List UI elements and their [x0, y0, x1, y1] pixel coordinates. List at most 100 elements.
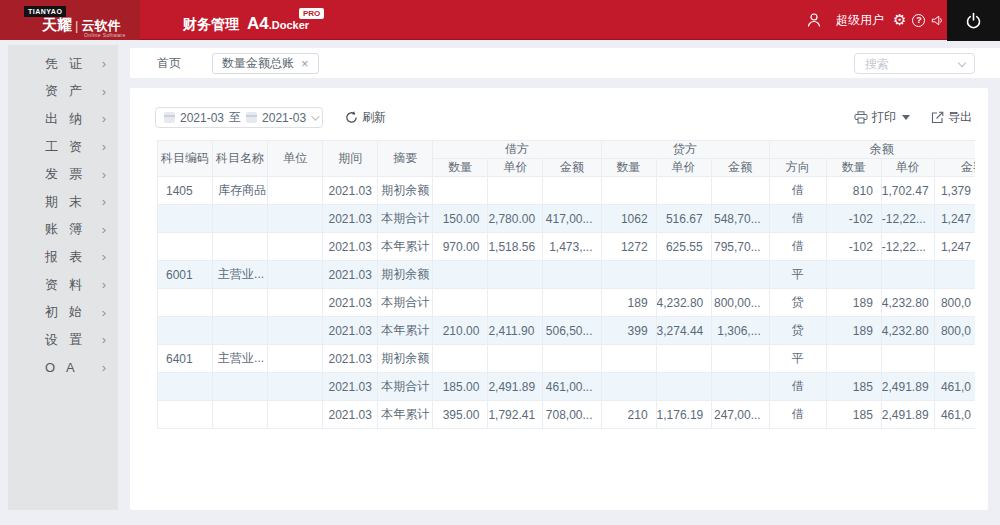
cell: 4,232.80 — [881, 317, 934, 345]
table-row[interactable]: 1405库存商品2021.03期初余额借8101,702.471,379 — [158, 177, 976, 205]
cell: 185.00 — [433, 373, 488, 401]
cell — [656, 177, 711, 205]
sidebar-item-label: 初始 — [45, 303, 93, 321]
username[interactable]: 超级用户 — [836, 12, 884, 29]
cell — [656, 373, 711, 401]
table-row[interactable]: 6001主营业...2021.03期初余额平 — [158, 261, 976, 289]
search-input[interactable] — [854, 53, 975, 74]
tab-title: 数量金额总账 — [222, 55, 294, 72]
table-row[interactable]: 2021.03本期合计150.002,780.00417,00...106251… — [158, 205, 976, 233]
horn-icon[interactable] — [931, 14, 944, 27]
cell — [268, 177, 323, 205]
calendar-icon — [164, 112, 175, 123]
table-row[interactable]: 6401主营业...2021.03期初余额平 — [158, 345, 976, 373]
cell: 399 — [601, 317, 656, 345]
table-container: 科目编码 科目名称 单位 期间 摘要 借方 贷方 余额 数量 单价 金额 数量 … — [157, 140, 975, 435]
sidebar-item-books[interactable]: 账簿› — [8, 216, 118, 244]
sidebar-item-salary[interactable]: 工资› — [8, 133, 118, 161]
sidebar-item-invoice[interactable]: 发票› — [8, 160, 118, 188]
sidebar-item-data[interactable]: 资料› — [8, 271, 118, 299]
cell: 6401 — [158, 345, 213, 373]
cell: 2021.03 — [323, 345, 378, 373]
cell: 2021.03 — [323, 289, 378, 317]
cell — [601, 177, 656, 205]
cell — [213, 317, 268, 345]
cell: 548,70... — [711, 205, 769, 233]
cell: 主营业... — [213, 261, 268, 289]
cell: 本期合计 — [378, 373, 433, 401]
sidebar-item-period-end[interactable]: 期末› — [8, 188, 118, 216]
cell — [213, 289, 268, 317]
table-row[interactable]: 2021.03本年累计970.001,518.561,473,...127262… — [158, 233, 976, 261]
sidebar-item-label: 资料 — [45, 276, 93, 294]
sidebar-item-voucher[interactable]: 凭证› — [8, 50, 118, 78]
col-header-period: 期间 — [323, 141, 378, 177]
cell — [213, 233, 268, 261]
cell: 贷 — [769, 317, 826, 345]
breadcrumb-home[interactable]: 首页 — [157, 48, 181, 78]
sidebar-item-settings[interactable]: 设置› — [8, 326, 118, 354]
calendar-icon — [246, 112, 257, 123]
cell: 3,274.44 — [656, 317, 711, 345]
cell — [158, 373, 213, 401]
table-row[interactable]: 2021.03本期合计185.002,491.89461,00...借1852,… — [158, 373, 976, 401]
chevron-right-icon: › — [102, 222, 106, 237]
sidebar-item-label: 期末 — [45, 193, 93, 211]
cell: 1,702.47 — [881, 177, 934, 205]
cell — [158, 317, 213, 345]
cell — [488, 289, 543, 317]
user-icon[interactable] — [806, 12, 822, 28]
cell: 2021.03 — [323, 401, 378, 429]
cell: 期初余额 — [378, 177, 433, 205]
help-icon[interactable]: ? — [912, 14, 925, 27]
cell — [268, 401, 323, 429]
cell: 1272 — [601, 233, 656, 261]
cell — [158, 205, 213, 233]
cell: 本年累计 — [378, 317, 433, 345]
close-icon[interactable]: × — [301, 57, 309, 70]
cell — [543, 261, 601, 289]
cell — [711, 373, 769, 401]
table-row[interactable]: 2021.03本年累计395.001,792.41708,00...2101,1… — [158, 401, 976, 429]
sidebar-item-initial[interactable]: 初始› — [8, 298, 118, 326]
print-button[interactable]: 打印 — [854, 109, 910, 126]
printer-icon — [854, 111, 868, 124]
sidebar-item-oa[interactable]: OA› — [8, 354, 118, 382]
date-from: 2021-03 — [180, 111, 224, 125]
gear-icon[interactable]: ⚙ — [893, 11, 906, 29]
export-label: 导出 — [948, 109, 972, 126]
cell: 本期合计 — [378, 289, 433, 317]
tab-quantity-ledger[interactable]: 数量金额总账 × — [212, 53, 319, 74]
cell: 4,232.80 — [881, 289, 934, 317]
cell: 1,518.56 — [488, 233, 543, 261]
cell: 1,473,... — [543, 233, 601, 261]
power-button[interactable] — [947, 0, 1000, 41]
export-icon — [931, 111, 944, 124]
export-button[interactable]: 导出 — [931, 109, 972, 126]
logo: TIANYAO 天耀|云软件 Online Software — [0, 0, 140, 40]
sidebar-item-reports[interactable]: 报表› — [8, 243, 118, 271]
cell: 1,247 — [934, 233, 975, 261]
cell — [543, 177, 601, 205]
cell: 1,306,... — [711, 317, 769, 345]
nav-finance[interactable]: 财务管理 — [183, 16, 239, 34]
cell: 506,50... — [543, 317, 601, 345]
cell: 本年累计 — [378, 233, 433, 261]
cell — [158, 233, 213, 261]
table-row[interactable]: 2021.03本年累计210.002,411.90506,50...3993,2… — [158, 317, 976, 345]
caret-down-icon — [902, 115, 910, 120]
cell — [881, 345, 934, 373]
cell: -102 — [826, 233, 881, 261]
col-header-code: 科目编码 — [158, 141, 213, 177]
sidebar-item-cashier[interactable]: 出纳› — [8, 105, 118, 133]
date-range-picker[interactable]: 2021-03 至 2021-03 — [155, 107, 323, 128]
cell: 借 — [769, 205, 826, 233]
refresh-button[interactable]: 刷新 — [345, 107, 386, 128]
sidebar-item-assets[interactable]: 资产› — [8, 78, 118, 106]
cell: 主营业... — [213, 345, 268, 373]
cell: 平 — [769, 261, 826, 289]
cell: 1,247 — [934, 205, 975, 233]
cell: 708,00... — [543, 401, 601, 429]
table-row[interactable]: 2021.03本期合计1894,232.80800,00...贷1894,232… — [158, 289, 976, 317]
cell: 期初余额 — [378, 261, 433, 289]
